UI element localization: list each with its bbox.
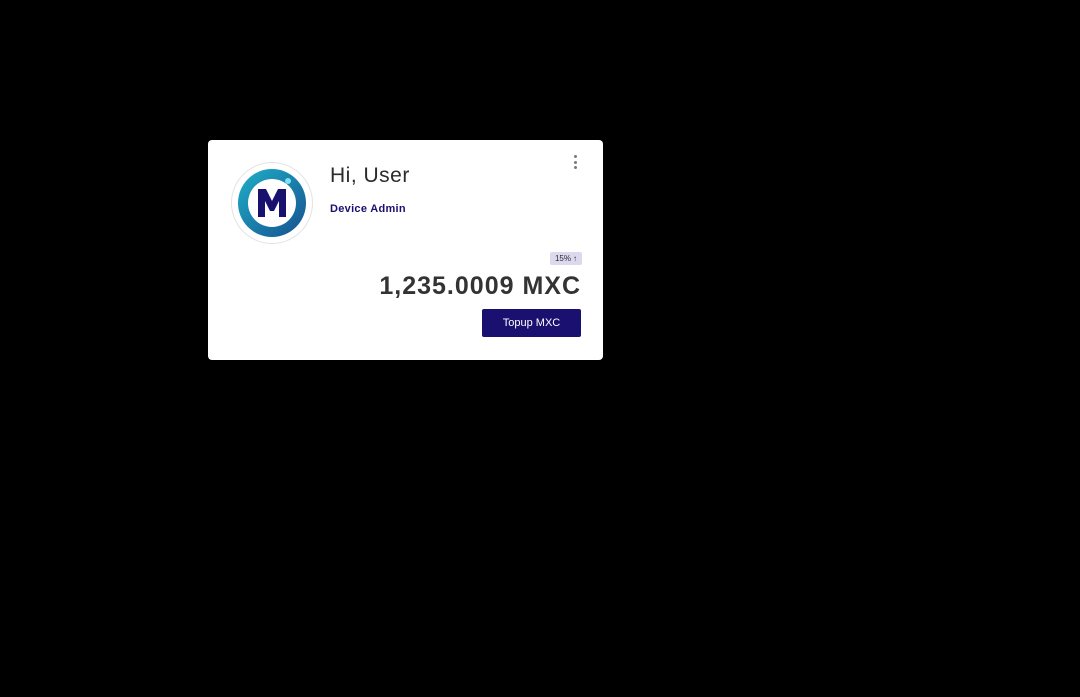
arrow-up-icon: ↑ <box>573 254 577 263</box>
change-badge: 15% ↑ <box>549 252 582 265</box>
menu-dot <box>573 166 577 169</box>
more-options-icon[interactable] <box>568 154 582 170</box>
mxc-logo-icon <box>238 169 306 237</box>
balance-amount: 1,235.0009 MXC <box>379 272 581 300</box>
avatar <box>231 162 313 244</box>
user-role: Device Admin <box>330 203 406 215</box>
wallet-card: Hi, User Device Admin 15% ↑ 1,235.0009 MX… <box>208 140 603 360</box>
greeting-text: Hi, User <box>330 164 410 187</box>
topup-button[interactable]: Topup MXC <box>482 309 581 337</box>
menu-dot <box>573 160 577 164</box>
menu-dot <box>573 155 577 158</box>
change-percent: 15% <box>554 254 571 263</box>
